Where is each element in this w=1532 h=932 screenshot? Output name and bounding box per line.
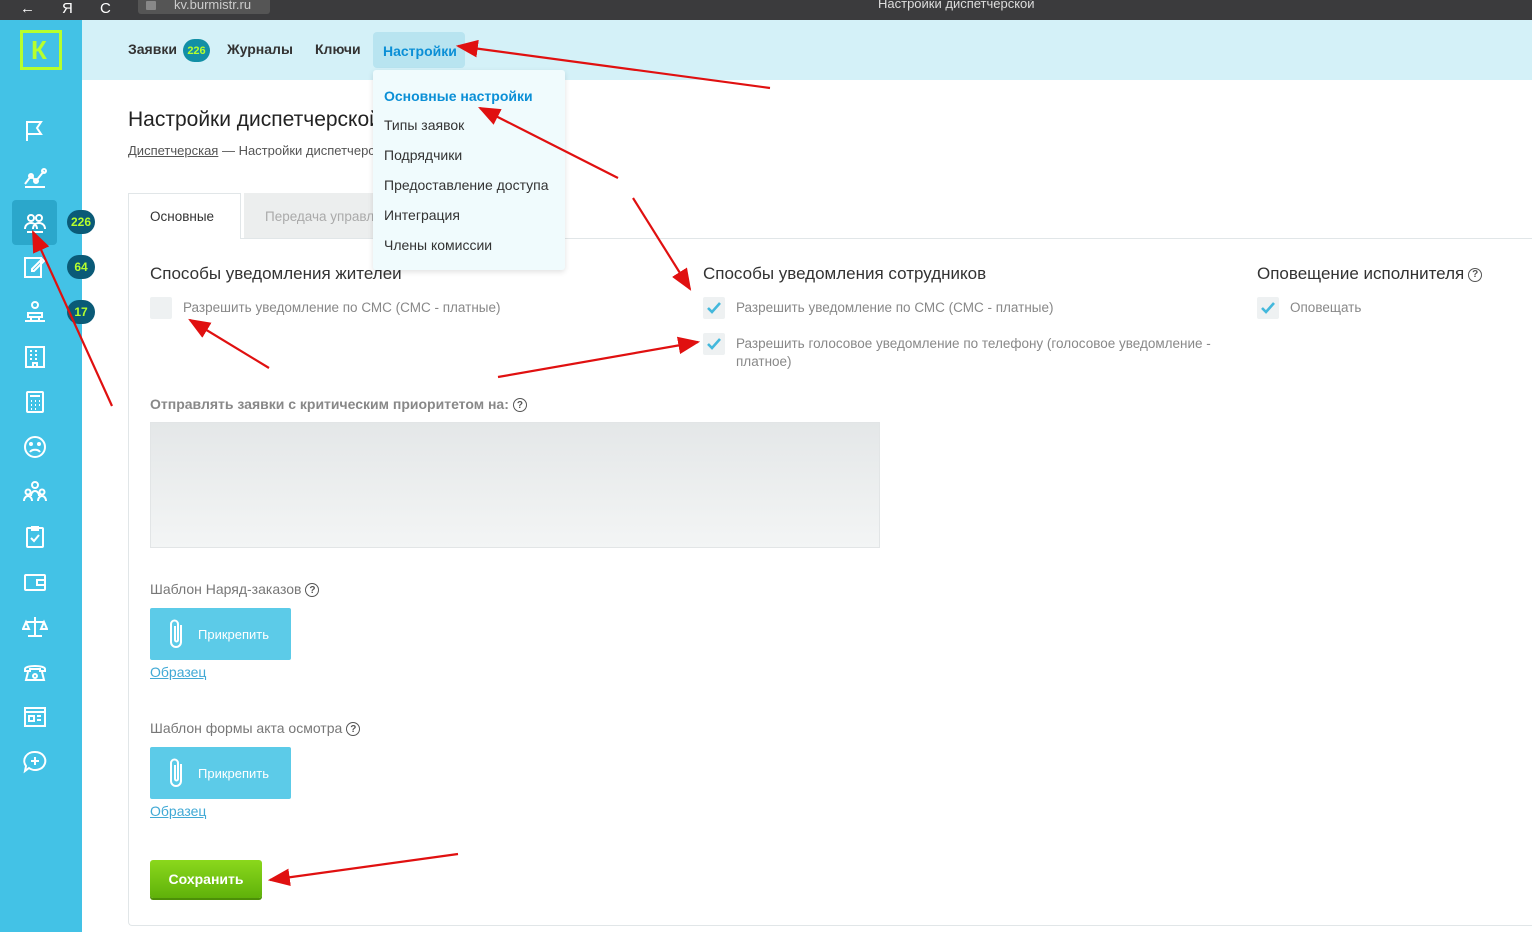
checkmark-icon <box>707 338 721 350</box>
executor-section-title: Оповещение исполнителя? <box>1257 264 1483 284</box>
checkmark-icon <box>707 302 721 314</box>
edit-document-icon[interactable] <box>20 252 50 282</box>
help-icon[interactable]: ? <box>1468 267 1483 282</box>
sidebar-requests-badge: 226 <box>67 210 95 234</box>
critical-priority-text: Отправлять заявки с критическим приорите… <box>150 396 509 412</box>
inspection-attach-button[interactable]: Прикрепить <box>150 747 291 799</box>
nav-requests[interactable]: Заявки <box>128 41 177 57</box>
nav-settings-label: Настройки <box>383 43 457 59</box>
menu-item-access[interactable]: Предоставление доступа <box>384 177 549 193</box>
nav-keys[interactable]: Ключи <box>315 41 361 57</box>
reload-icon[interactable]: C <box>100 1 111 17</box>
scales-icon[interactable] <box>20 612 50 642</box>
executor-notify-checkbox[interactable] <box>1257 297 1279 319</box>
help-icon[interactable]: ? <box>305 583 320 598</box>
employees-section-title: Способы уведомления сотрудников <box>703 264 987 283</box>
url-text: kv.burmistr.ru <box>174 0 252 12</box>
sidebar-inspections-badge: 17 <box>67 300 95 324</box>
work-order-sample-link[interactable]: Образец <box>150 664 206 680</box>
help-icon[interactable]: ? <box>346 722 361 737</box>
site-shield-icon <box>146 1 156 10</box>
browser-bar: ← Я C kv.burmistr.ru Настройки диспетчер… <box>0 0 1532 20</box>
settings-dropdown-menu: Основные настройки Типы заявок Подрядчик… <box>373 70 565 270</box>
breadcrumb: Диспетчерская — Настройки диспетчерской <box>128 143 373 158</box>
save-button[interactable]: Сохранить <box>150 860 262 898</box>
wallet-icon[interactable] <box>20 567 50 597</box>
nav-journals[interactable]: Журналы <box>227 41 293 57</box>
residents-sms-checkbox[interactable] <box>150 297 172 319</box>
employees-sms-checkbox[interactable] <box>703 297 725 319</box>
paperclip-icon <box>170 758 182 787</box>
work-order-label: Шаблон Наряд-заказов? <box>150 581 320 598</box>
work-order-attach-button[interactable]: Прикрепить <box>150 608 291 660</box>
clipboard-check-icon[interactable] <box>20 522 50 552</box>
tab-transfer-label: Передача управления <box>265 208 374 224</box>
tab-main-label: Основные <box>150 209 215 224</box>
menu-item-contractors[interactable]: Подрядчики <box>384 147 462 163</box>
inspection-text: Шаблон формы акта осмотра <box>150 720 343 736</box>
executor-title-text: Оповещение исполнителя <box>1257 264 1465 283</box>
menu-item-request-types[interactable]: Типы заявок <box>384 117 464 133</box>
chat-add-icon[interactable] <box>20 747 50 777</box>
requests-people-icon[interactable] <box>12 200 57 245</box>
checkmark-icon <box>1261 302 1275 314</box>
help-icon[interactable]: ? <box>512 398 527 413</box>
tab-main[interactable]: Основные <box>128 193 241 239</box>
nav-requests-badge: 226 <box>183 39 210 62</box>
residents-section-title: Способы уведомления жителей <box>150 264 402 283</box>
residents-sms-label: Разрешить уведомление по СМС (СМС - плат… <box>183 300 501 315</box>
analytics-icon[interactable] <box>20 162 50 192</box>
news-card-icon[interactable] <box>20 702 50 732</box>
sidebar: К 226 64 17 <box>0 20 95 932</box>
flag-icon[interactable] <box>20 116 50 146</box>
address-bar[interactable]: kv.burmistr.ru <box>138 0 270 14</box>
nav-settings[interactable]: Настройки <box>373 32 465 68</box>
attach-label: Прикрепить <box>198 765 270 781</box>
group-icon[interactable] <box>20 477 50 507</box>
work-order-text: Шаблон Наряд-заказов <box>150 581 302 597</box>
paperclip-icon <box>170 619 182 648</box>
back-arrow-icon[interactable]: ← <box>20 1 35 17</box>
top-navigation: Заявки 226 Журналы Ключи Настройки <box>82 20 1532 80</box>
menu-item-main-settings[interactable]: Основные настройки <box>384 88 533 104</box>
logo-letter: К <box>31 35 47 65</box>
employees-voice-checkbox[interactable] <box>703 333 725 355</box>
menu-item-integration[interactable]: Интеграция <box>384 207 460 223</box>
breadcrumb-current: — Настройки диспетчерской <box>221 143 373 158</box>
employees-sms-label: Разрешить уведомление по СМС (СМС - плат… <box>736 300 1054 315</box>
sidebar-tasks-badge: 64 <box>67 255 95 279</box>
breadcrumb-link-dispatch[interactable]: Диспетчерская <box>128 143 218 158</box>
page-title: Настройки диспетчерской <box>128 108 373 131</box>
window-title: Настройки диспетчерской <box>878 0 1035 11</box>
inspection-sample-link[interactable]: Образец <box>150 803 206 819</box>
employees-voice-label: Разрешить голосовое уведомление по телеф… <box>736 336 1211 369</box>
yandex-logo-icon[interactable]: Я <box>62 1 73 17</box>
app-logo[interactable]: К <box>20 30 62 70</box>
sad-face-icon[interactable] <box>20 432 50 462</box>
calculator-icon[interactable] <box>20 387 50 417</box>
critical-priority-label: Отправлять заявки с критическим приорите… <box>150 396 527 413</box>
tab-transfer[interactable]: Передача управления <box>244 193 374 239</box>
telephone-icon[interactable] <box>20 657 50 687</box>
attach-label: Прикрепить <box>198 626 270 642</box>
executor-notify-label: Оповещать <box>1290 300 1362 315</box>
critical-recipients-input[interactable] <box>150 422 880 548</box>
inspection-label: Шаблон формы акта осмотра? <box>150 720 361 737</box>
inspector-icon[interactable] <box>20 297 50 327</box>
menu-item-commission[interactable]: Члены комиссии <box>384 237 492 253</box>
building-icon[interactable] <box>20 342 50 372</box>
